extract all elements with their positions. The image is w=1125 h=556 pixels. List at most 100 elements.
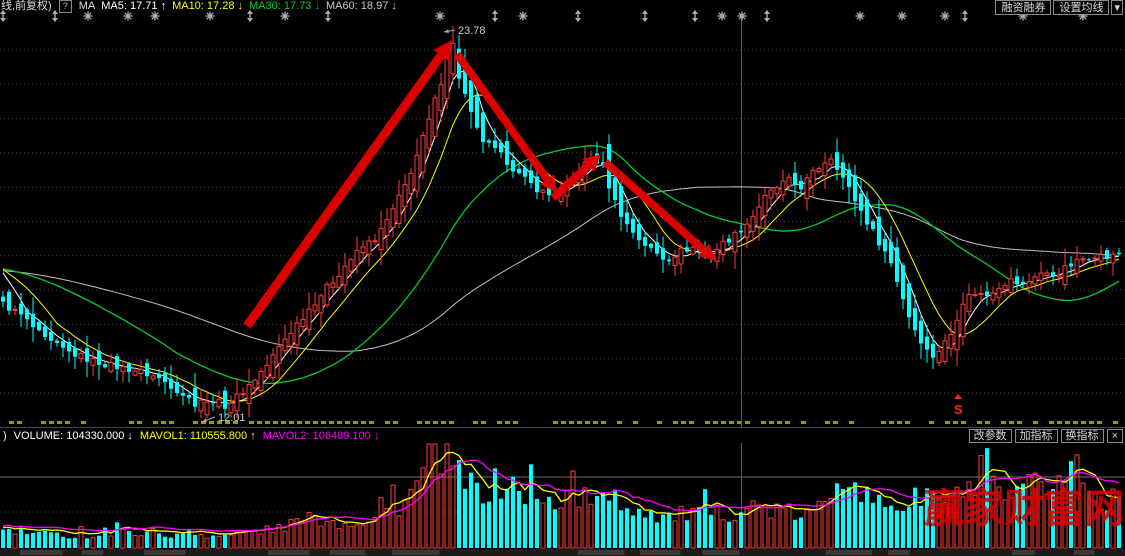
- ma60-line: [3, 187, 1119, 351]
- candle-body-up: [1045, 273, 1049, 276]
- candle-body-down: [487, 140, 491, 142]
- volume-bar-up: [811, 510, 815, 548]
- candle-body-up: [829, 159, 833, 164]
- date-axis-clipped-text: [1001, 421, 1006, 424]
- volume-bar-up: [91, 538, 95, 548]
- volume-bar-down: [463, 489, 467, 548]
- volume-trend-arrow-icon: ↓: [127, 430, 133, 442]
- volume-bar-up: [319, 526, 323, 548]
- volume-bar-down: [697, 507, 701, 548]
- date-axis-clipped-text: [449, 421, 454, 424]
- candle-body-down: [37, 322, 41, 330]
- volume-bar-down: [793, 520, 797, 548]
- candle-body-up: [1075, 259, 1079, 273]
- date-axis-clipped-text: [689, 421, 694, 424]
- volume-bar-up: [805, 508, 809, 548]
- candle-body-up: [271, 355, 275, 377]
- date-axis-clipped-text: [705, 421, 710, 424]
- bottom-axis-clipped-text: [20, 550, 63, 555]
- event-pin-icon: [0, 18, 6, 22]
- volume-bar-up: [253, 531, 257, 548]
- volume-bar-down: [127, 531, 131, 548]
- bottom-axis-clipped-text: [330, 550, 365, 555]
- event-pin-icon: [692, 18, 698, 22]
- candle-body-down: [157, 375, 161, 379]
- candle-body-down: [43, 326, 47, 337]
- volume-bar-up: [109, 536, 113, 548]
- date-axis-clipped-text: [1065, 421, 1070, 424]
- ma-settings-dropdown-caret[interactable]: ▾: [1111, 0, 1123, 15]
- volume-bar-up: [757, 505, 761, 548]
- volume-bar-down: [877, 495, 881, 548]
- volume-bar-down: [919, 506, 923, 548]
- volume-bar-down: [511, 477, 515, 548]
- date-axis-clipped-text: [329, 421, 334, 424]
- date-axis-clipped-text: [849, 421, 854, 424]
- kline-chart-canvas: 23.7812.01S: [0, 0, 1125, 556]
- candle-body-down: [97, 351, 101, 365]
- ma10-value: MA10: 17.28 ↓: [172, 0, 243, 13]
- candle-body-down: [847, 169, 851, 187]
- date-axis-clipped-text: [977, 421, 982, 424]
- candle-body-down: [877, 217, 881, 246]
- volume-bar-down: [157, 533, 161, 548]
- candle-body-up: [751, 216, 755, 231]
- date-axis-clipped-text: [929, 421, 934, 424]
- change-params-button[interactable]: 改参数: [969, 429, 1012, 443]
- candle-body-down: [889, 242, 893, 263]
- date-axis-clipped-text: [81, 421, 86, 424]
- candle-body-up: [217, 399, 221, 407]
- volume-bar-up: [733, 521, 737, 548]
- volume-bar-down: [835, 483, 839, 548]
- volume-bar-down: [169, 538, 173, 548]
- add-indicator-button[interactable]: 加指标: [1015, 429, 1058, 443]
- close-indicator-icon[interactable]: ×: [1107, 429, 1123, 443]
- candle-body-up: [307, 309, 311, 329]
- date-axis-clipped-text: [281, 421, 286, 424]
- volume-bar-up: [379, 498, 383, 548]
- candle-body-down: [67, 342, 71, 351]
- volume-bar-down: [211, 536, 215, 548]
- candle-body-up: [277, 347, 281, 364]
- volume-bar-up: [331, 520, 335, 548]
- candle-body-down: [631, 219, 635, 233]
- help-icon[interactable]: ?: [59, 0, 72, 13]
- candle-body-up: [1039, 273, 1043, 280]
- candle-body-down: [493, 140, 497, 147]
- volume-bar-down: [661, 514, 665, 548]
- volume-bar-down: [517, 491, 521, 548]
- candle-body-down: [853, 175, 857, 201]
- candle-body-up: [541, 190, 545, 192]
- ma-settings-button[interactable]: 设置均线: [1053, 0, 1109, 15]
- date-axis-clipped-text: [825, 421, 830, 424]
- bottom-axis-clipped-text: [392, 550, 439, 555]
- candle-body-up: [385, 220, 389, 236]
- candle-body-down: [685, 247, 689, 251]
- date-axis-clipped-text: [425, 421, 430, 424]
- margin-trading-button[interactable]: 融资融券: [995, 0, 1051, 15]
- switch-indicator-button[interactable]: 换指标: [1061, 429, 1104, 443]
- candle-body-down: [103, 364, 107, 367]
- volume-bar-up: [151, 528, 155, 548]
- date-axis-clipped-text: [617, 421, 622, 424]
- volume-bar-down: [547, 497, 551, 548]
- date-axis-clipped-text: [257, 421, 262, 424]
- candle-body-up: [775, 188, 779, 194]
- volume-bar-down: [61, 537, 65, 548]
- volume-bar-down: [901, 511, 905, 548]
- candle-body-up: [973, 294, 977, 295]
- volume-bar-up: [367, 522, 371, 548]
- date-axis-clipped-text: [713, 421, 718, 424]
- event-pin-icon: [642, 18, 648, 22]
- volume-bar-down: [469, 473, 473, 548]
- candle-body-up: [1111, 254, 1115, 263]
- candle-body-down: [643, 237, 647, 246]
- volume-bar-down: [115, 522, 119, 548]
- volume-bar-down: [625, 508, 629, 548]
- date-axis-clipped-text: [729, 421, 734, 424]
- date-axis-clipped-text: [249, 421, 254, 424]
- volume-bar-down: [535, 499, 539, 548]
- date-axis-clipped-text: [945, 421, 950, 424]
- date-axis-clipped-text: [345, 421, 350, 424]
- candle-body-down: [115, 356, 119, 369]
